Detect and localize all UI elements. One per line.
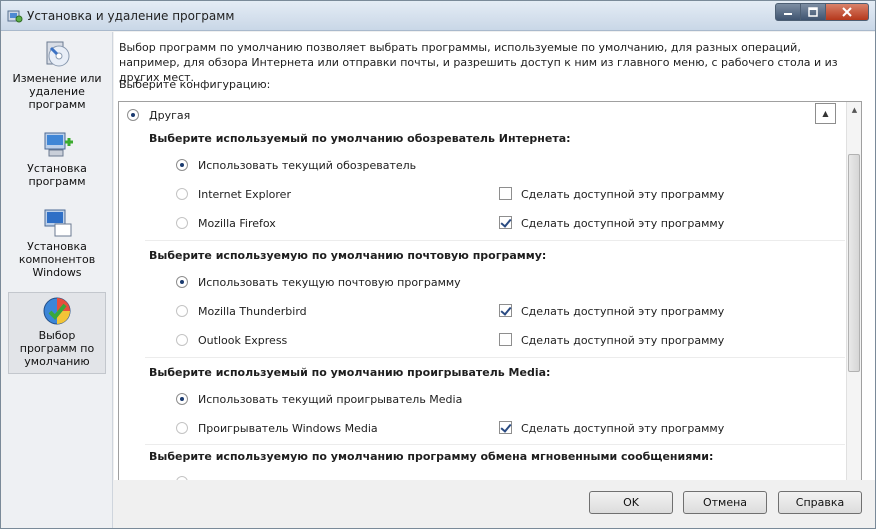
checkbox-indicator [499, 304, 512, 317]
radio-indicator [176, 188, 188, 200]
radio-label: Другая [149, 109, 191, 122]
collapse-button[interactable]: ▲ [815, 103, 836, 124]
main-content: Выбор программ по умолчанию позволяет вы… [114, 32, 875, 511]
install-icon [44, 132, 73, 157]
radio-outlook-express[interactable]: Outlook Express [176, 334, 287, 347]
checkbox-label: Сделать доступной эту программу [521, 305, 725, 318]
title-bar[interactable]: Установка и удаление программ [1, 1, 875, 31]
radio-label: Mozilla Thunderbird [198, 305, 307, 318]
radio-internet-explorer[interactable]: Internet Explorer [176, 188, 291, 201]
dialog-footer: OK Отмена Справка [114, 480, 875, 528]
radio-windows-media[interactable]: Проигрыватель Windows Media [176, 422, 378, 435]
ok-button[interactable]: OK [589, 491, 673, 514]
minimize-icon [784, 13, 792, 15]
section-header-media: Выберите используемый по умолчанию проиг… [149, 366, 551, 379]
checkbox-thunderbird-available[interactable]: Сделать доступной эту программу [499, 304, 725, 318]
radio-label: Использовать текущую почтовую программу [198, 276, 461, 289]
app-window: Установка и удаление программ Изменение … [0, 0, 876, 529]
radio-current-media[interactable]: Использовать текущий проигрыватель Media [176, 393, 462, 406]
close-button[interactable] [825, 3, 869, 21]
checkbox-outlook-available[interactable]: Сделать доступной эту программу [499, 333, 725, 347]
sidebar-item-label: Выбор программ по умолчанию [19, 329, 95, 368]
chevron-up-icon: ▲ [822, 109, 829, 118]
section-divider [145, 240, 845, 241]
radio-current-browser[interactable]: Использовать текущий обозреватель [176, 159, 416, 172]
section-header-browser: Выберите используемый по умолчанию обозр… [149, 132, 571, 145]
cd-box-icon [46, 41, 70, 67]
scroll-up-button[interactable]: ▲ [847, 102, 861, 118]
radio-indicator [176, 422, 188, 434]
sidebar-item-change-remove[interactable]: Изменение или удаление программ [8, 36, 106, 111]
radio-label: Mozilla Firefox [198, 217, 276, 230]
section-divider [145, 357, 845, 358]
radio-mozilla-thunderbird[interactable]: Mozilla Thunderbird [176, 305, 307, 318]
radio-label: Internet Explorer [198, 188, 291, 201]
config-radio-other[interactable]: Другая [127, 109, 190, 122]
sidebar-item-windows-components[interactable]: Установка компонентов Windows [8, 204, 106, 279]
window-controls [775, 3, 869, 21]
section-header-im: Выберите используемую по умолчанию прогр… [149, 450, 714, 463]
help-button[interactable]: Справка [778, 491, 862, 514]
app-icon [7, 10, 23, 23]
radio-indicator [127, 109, 139, 121]
checkbox-indicator [499, 421, 512, 434]
maximize-button[interactable] [800, 3, 826, 21]
scroll-thumb[interactable] [848, 154, 860, 372]
checkbox-label: Сделать доступной эту программу [521, 422, 725, 435]
checkbox-indicator [499, 216, 512, 229]
checkbox-label: Сделать доступной эту программу [521, 334, 725, 347]
sidebar-item-install[interactable]: Установка программ [8, 126, 106, 188]
checkbox-label: Сделать доступной эту программу [521, 217, 725, 230]
sidebar-item-label: Установка компонентов Windows [18, 240, 96, 279]
cancel-button[interactable]: Отмена [683, 491, 767, 514]
arrow-up-icon: ▲ [851, 106, 858, 114]
section-header-mail: Выберите используемую по умолчанию почто… [149, 249, 547, 262]
radio-current-mail[interactable]: Использовать текущую почтовую программу [176, 276, 461, 289]
windows-components-icon [44, 209, 72, 237]
radio-indicator [176, 305, 188, 317]
config-label: Выберите конфигурацию: [119, 78, 271, 91]
checkbox-indicator [499, 187, 512, 200]
window-title: Установка и удаление программ [27, 9, 235, 23]
checkbox-indicator [499, 333, 512, 346]
checkbox-ie-available[interactable]: Сделать доступной эту программу [499, 187, 725, 201]
sidebar: Изменение или удаление программ Установк… [2, 32, 113, 528]
minimize-button[interactable] [775, 3, 801, 21]
radio-indicator [176, 334, 188, 346]
close-icon [842, 7, 852, 17]
radio-mozilla-firefox[interactable]: Mozilla Firefox [176, 217, 276, 230]
default-programs-icon [43, 297, 71, 325]
radio-indicator [176, 159, 188, 171]
vertical-scrollbar[interactable]: ▲ ▼ [846, 102, 861, 510]
sidebar-item-default-programs[interactable]: Выбор программ по умолчанию [8, 292, 106, 374]
checkbox-label: Сделать доступной эту программу [521, 188, 725, 201]
sidebar-item-label: Изменение или удаление программ [12, 72, 102, 111]
radio-indicator [176, 393, 188, 405]
sidebar-item-label: Установка программ [27, 162, 87, 188]
radio-indicator [176, 217, 188, 229]
radio-label: Использовать текущий проигрыватель Media [198, 393, 463, 406]
config-list[interactable]: Другая ▲ Выберите используемый по умолча… [118, 101, 862, 511]
radio-label: Проигрыватель Windows Media [198, 422, 378, 435]
checkbox-wmp-available[interactable]: Сделать доступной эту программу [499, 421, 725, 435]
section-divider [145, 444, 845, 445]
radio-label: Использовать текущий обозреватель [198, 159, 417, 172]
maximize-icon [808, 7, 818, 17]
radio-indicator [176, 276, 188, 288]
checkbox-firefox-available[interactable]: Сделать доступной эту программу [499, 216, 725, 230]
radio-label: Outlook Express [198, 334, 288, 347]
